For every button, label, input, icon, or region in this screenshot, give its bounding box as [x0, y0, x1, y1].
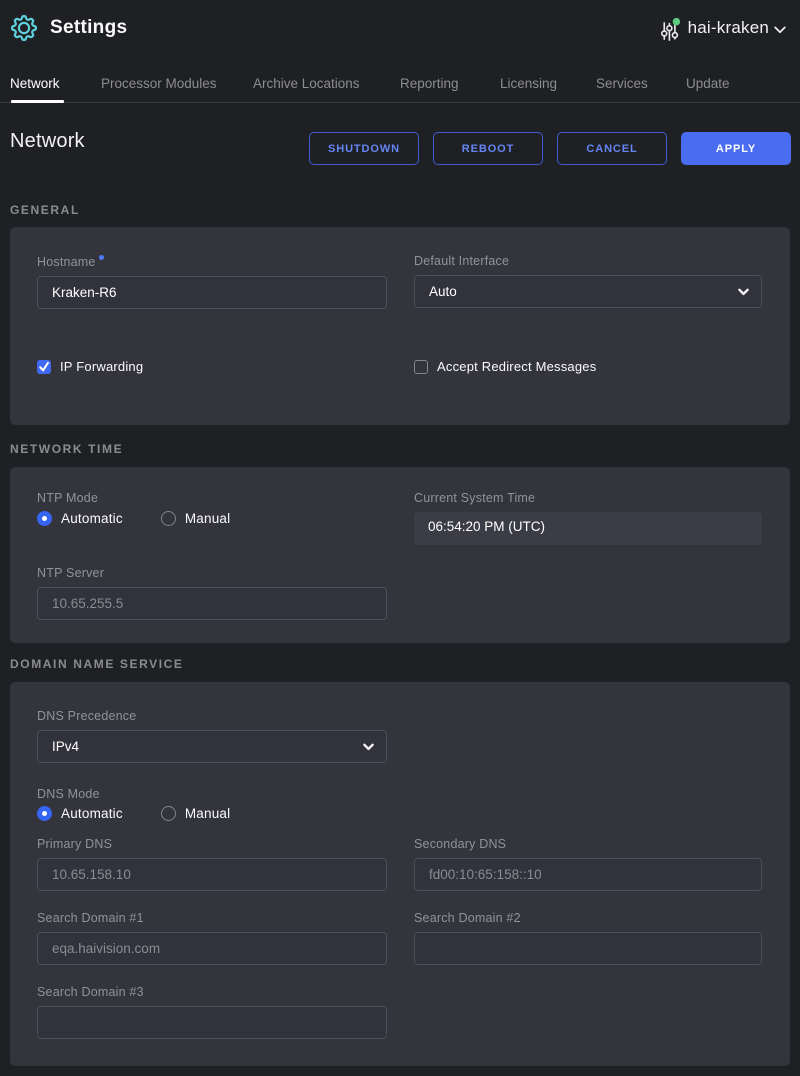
ntp-mode-label: NTP Mode — [37, 492, 387, 504]
dns-precedence-label: DNS Precedence — [37, 710, 387, 722]
tab-services[interactable]: Services — [596, 76, 648, 91]
shutdown-button[interactable]: SHUTDOWN — [309, 132, 419, 165]
secondary-dns-label: Secondary DNS — [414, 838, 762, 850]
accept-redirect-label: Accept Redirect Messages — [437, 359, 596, 374]
dns-precedence-value: IPv4 — [52, 739, 79, 754]
dns-precedence-select[interactable]: IPv4 — [37, 730, 387, 763]
device-name: hai-kraken — [688, 18, 769, 38]
device-menu[interactable]: hai-kraken — [657, 15, 786, 41]
tab-processor-modules[interactable]: Processor Modules — [101, 76, 217, 91]
search-domain-1-label: Search Domain #1 — [37, 912, 387, 924]
settings-gear-icon — [10, 14, 38, 42]
ip-forwarding-checkbox[interactable]: IP Forwarding — [37, 359, 387, 374]
default-interface-select[interactable]: Auto — [414, 275, 762, 308]
ntp-server-label: NTP Server — [37, 567, 387, 579]
tab-update[interactable]: Update — [686, 76, 730, 91]
apply-button[interactable]: APPLY — [681, 132, 791, 165]
tab-licensing[interactable]: Licensing — [500, 76, 557, 91]
top-bar: Settings hai-kraken — [0, 0, 800, 56]
ntp-manual-label[interactable]: Manual — [185, 511, 230, 526]
checkbox-unchecked-icon — [414, 360, 428, 374]
dns-automatic-label[interactable]: Automatic — [61, 806, 123, 821]
secondary-dns-input[interactable] — [414, 858, 762, 891]
primary-dns-input[interactable] — [37, 858, 387, 891]
chevron-down-icon — [738, 288, 749, 296]
accept-redirect-checkbox[interactable]: Accept Redirect Messages — [414, 359, 762, 374]
dns-automatic-radio[interactable] — [37, 806, 52, 821]
chevron-down-icon — [774, 26, 786, 34]
tab-network[interactable]: Network — [10, 76, 60, 91]
page-title: Network — [10, 130, 85, 153]
ntp-server-input[interactable] — [37, 587, 387, 620]
network-time-card: NTP Mode Automatic Manual Current System… — [10, 467, 790, 643]
ntp-automatic-label[interactable]: Automatic — [61, 511, 123, 526]
chevron-down-icon — [363, 743, 374, 751]
search-domain-2-input[interactable] — [414, 932, 762, 965]
section-label-dns: DOMAIN NAME SERVICE — [10, 658, 790, 670]
status-dot — [672, 18, 680, 26]
section-label-network-time: NETWORK TIME — [10, 443, 790, 455]
reboot-button[interactable]: REBOOT — [433, 132, 543, 165]
hostname-input[interactable] — [37, 276, 387, 309]
required-mark — [99, 255, 104, 260]
settings-tab-bar: Network Processor Modules Archive Locati… — [0, 65, 800, 103]
cancel-button[interactable]: CANCEL — [557, 132, 667, 165]
general-card: Hostname Default Interface Auto IP Forwa… — [10, 227, 790, 425]
ntp-automatic-radio[interactable] — [37, 511, 52, 526]
tab-archive-locations[interactable]: Archive Locations — [253, 76, 360, 91]
default-interface-value: Auto — [429, 284, 457, 299]
primary-dns-label: Primary DNS — [37, 838, 387, 850]
default-interface-label: Default Interface — [414, 255, 762, 267]
dns-manual-radio[interactable] — [161, 806, 176, 821]
dns-mode-label: DNS Mode — [37, 788, 387, 800]
search-domain-3-input[interactable] — [37, 1006, 387, 1039]
search-domain-2-label: Search Domain #2 — [414, 912, 762, 924]
sliders-icon — [660, 15, 681, 41]
current-system-time-value: 06:54:20 PM (UTC) — [414, 512, 762, 545]
hostname-label: Hostname — [37, 255, 387, 268]
ntp-manual-radio[interactable] — [161, 511, 176, 526]
dns-manual-label[interactable]: Manual — [185, 806, 230, 821]
current-system-time-label: Current System Time — [414, 492, 762, 504]
checkbox-checked-icon — [37, 360, 51, 374]
search-domain-3-label: Search Domain #3 — [37, 986, 387, 998]
tab-reporting[interactable]: Reporting — [400, 76, 459, 91]
section-label-general: GENERAL — [10, 204, 790, 216]
app-title: Settings — [50, 17, 127, 39]
ip-forwarding-label: IP Forwarding — [60, 359, 143, 374]
search-domain-1-input[interactable] — [37, 932, 387, 965]
dns-card: DNS Precedence IPv4 DNS Mode Automatic M… — [10, 682, 790, 1066]
